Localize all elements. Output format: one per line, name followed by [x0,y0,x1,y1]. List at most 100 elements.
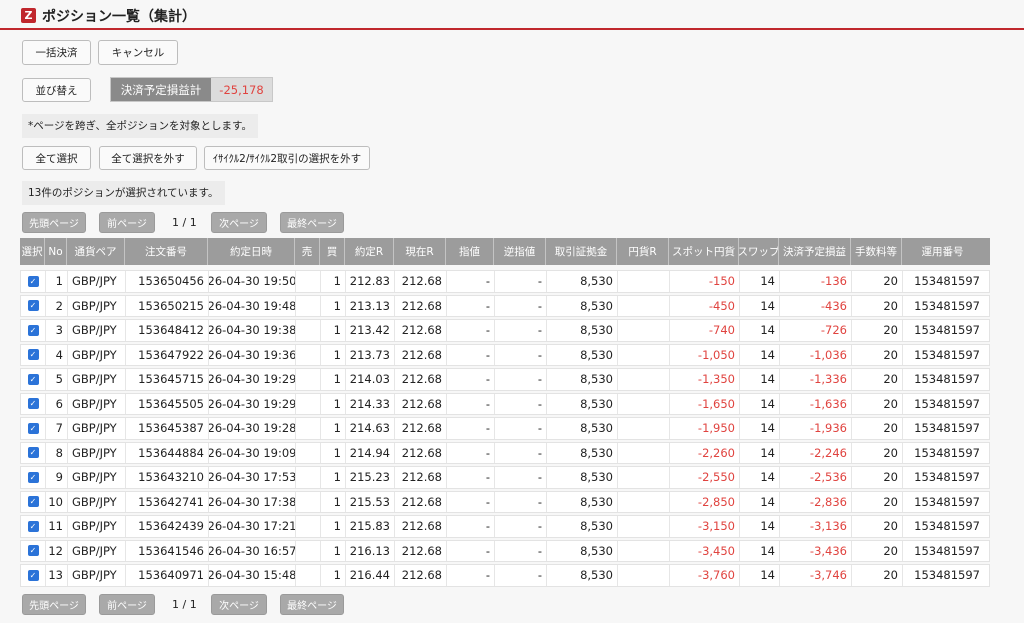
row-select-cell: ✓ [21,516,46,537]
table-row[interactable]: ✓ 1 GBP/JPY 153650456 26-04-30 19:50 1 212.83 2… [20,270,990,293]
cell-swap: 14 [740,565,780,586]
prev-page-button[interactable]: 前ページ [99,212,155,233]
deselect-icycle-button[interactable]: ｲｻｲｸﾙ2/ｻｲｸﾙ2取引の選択を外す [204,146,370,170]
cell-order: 153642741 [126,491,209,512]
cell-spot: -2,260 [670,442,740,463]
cell-order: 153643210 [126,467,209,488]
row-checkbox[interactable]: ✓ [27,496,39,508]
cell-stop: - [495,442,547,463]
cell-stop: - [495,344,547,365]
row-checkbox[interactable]: ✓ [27,275,39,287]
table-row[interactable]: ✓ 12 GBP/JPY 153641546 26-04-30 16:57 1 216.13… [20,539,990,562]
cell-sell [296,565,321,586]
cell-fee: 20 [852,442,903,463]
row-checkbox[interactable]: ✓ [27,349,39,361]
cell-no: 13 [46,565,68,586]
cell-limit: - [447,442,495,463]
cell-swap: 14 [740,491,780,512]
cell-limit: - [447,393,495,414]
cell-no: 5 [46,369,68,390]
table-row[interactable]: ✓ 8 GBP/JPY 153644884 26-04-30 19:09 1 214.94 2… [20,441,990,464]
table-row[interactable]: ✓ 2 GBP/JPY 153650215 26-04-30 19:48 1 213.13 2… [20,294,990,317]
first-page-button-bottom[interactable]: 先頭ページ [22,594,86,615]
page-indicator: 1 / 1 [172,216,197,229]
cell-pair: GBP/JPY [68,271,126,292]
table-row[interactable]: ✓ 10 GBP/JPY 153642741 26-04-30 17:38 1 215.53… [20,490,990,513]
cell-order: 153650215 [126,295,209,316]
cell-jpy [618,344,670,365]
cell-cur: 212.68 [395,344,447,365]
cell-exec: 214.33 [346,393,395,414]
cancel-button[interactable]: キャンセル [98,40,178,65]
cell-buy: 1 [321,344,346,365]
first-page-button[interactable]: 先頭ページ [22,212,86,233]
cell-op: 153481597 [914,298,980,313]
row-checkbox[interactable]: ✓ [27,398,39,410]
cell-date: 26-04-30 17:38 [209,491,296,512]
column-header: 指値 [446,238,494,265]
column-header: 売 [295,238,320,265]
cell-no: 7 [46,418,68,439]
cell-jpy [618,516,670,537]
cell-cur: 212.68 [395,295,447,316]
table-row[interactable]: ✓ 3 GBP/JPY 153648412 26-04-30 19:38 1 213.42 2… [20,319,990,342]
cell-margin: 8,530 [547,418,618,439]
cell-exec: 216.44 [346,565,395,586]
cell-fee: 20 [852,516,903,537]
row-checkbox[interactable]: ✓ [27,300,39,312]
cell-limit: - [447,467,495,488]
cell-date: 26-04-30 19:50 [209,271,296,292]
deselect-all-button[interactable]: 全て選択を外す [99,146,197,170]
cell-swap: 14 [740,540,780,561]
row-select-cell: ✓ [21,418,46,439]
row-checkbox[interactable]: ✓ [27,373,39,385]
bulk-settle-button[interactable]: 一括決済 [22,40,91,65]
row-checkbox[interactable]: ✓ [27,447,39,459]
cell-no: 11 [46,516,68,537]
table-row[interactable]: ✓ 5 GBP/JPY 153645715 26-04-30 19:29 1 214.03 2… [20,368,990,391]
cell-sell [296,369,321,390]
row-select-cell: ✓ [21,271,46,292]
table-row[interactable]: ✓ 4 GBP/JPY 153647922 26-04-30 19:36 1 213.73 2… [20,343,990,366]
table-row[interactable]: ✓ 7 GBP/JPY 153645387 26-04-30 19:28 1 214.63 2… [20,417,990,440]
table-row[interactable]: ✓ 9 GBP/JPY 153643210 26-04-30 17:53 1 215.23 2… [20,466,990,489]
cell-exec: 216.13 [346,540,395,561]
cell-pair: GBP/JPY [68,491,126,512]
cell-op: 153481597 [914,519,980,534]
cell-stop: - [495,393,547,414]
cell-date: 26-04-30 19:38 [209,320,296,341]
row-checkbox[interactable]: ✓ [27,324,39,336]
row-checkbox[interactable]: ✓ [27,422,39,434]
cell-pnl: -436 [780,295,852,316]
cell-margin: 8,530 [547,320,618,341]
row-select-cell: ✓ [21,565,46,586]
row-checkbox[interactable]: ✓ [27,569,39,581]
table-row[interactable]: ✓ 11 GBP/JPY 153642439 26-04-30 17:21 1 215.83… [20,515,990,538]
row-checkbox[interactable]: ✓ [27,471,39,483]
last-page-button-bottom[interactable]: 最終ページ [280,594,344,615]
table-row[interactable]: ✓ 13 GBP/JPY 153640971 26-04-30 15:48 1 216.44… [20,564,990,587]
row-checkbox[interactable]: ✓ [27,545,39,557]
cell-pnl: -3,746 [780,565,852,586]
page-title: ポジション一覧（集計） [42,9,196,25]
select-all-button[interactable]: 全て選択 [22,146,91,170]
cell-stop: - [495,369,547,390]
cell-stop: - [495,295,547,316]
last-page-button[interactable]: 最終ページ [280,212,344,233]
table-row[interactable]: ✓ 6 GBP/JPY 153645505 26-04-30 19:29 1 214.33 2… [20,392,990,415]
cell-margin: 8,530 [547,565,618,586]
next-page-button[interactable]: 次ページ [211,212,267,233]
cell-no: 8 [46,442,68,463]
next-page-button-bottom[interactable]: 次ページ [211,594,267,615]
cell-fee: 20 [852,565,903,586]
cell-margin: 8,530 [547,467,618,488]
prev-page-button-bottom[interactable]: 前ページ [99,594,155,615]
cell-fee: 20 [852,320,903,341]
cell-order: 153645387 [126,418,209,439]
cell-fee: 20 [852,344,903,365]
row-checkbox[interactable]: ✓ [27,520,39,532]
sort-button[interactable]: 並び替え [22,78,91,102]
summary-value: -25,178 [219,82,264,97]
cell-date: 26-04-30 17:53 [209,467,296,488]
cell-op: 153481597 [914,470,980,485]
